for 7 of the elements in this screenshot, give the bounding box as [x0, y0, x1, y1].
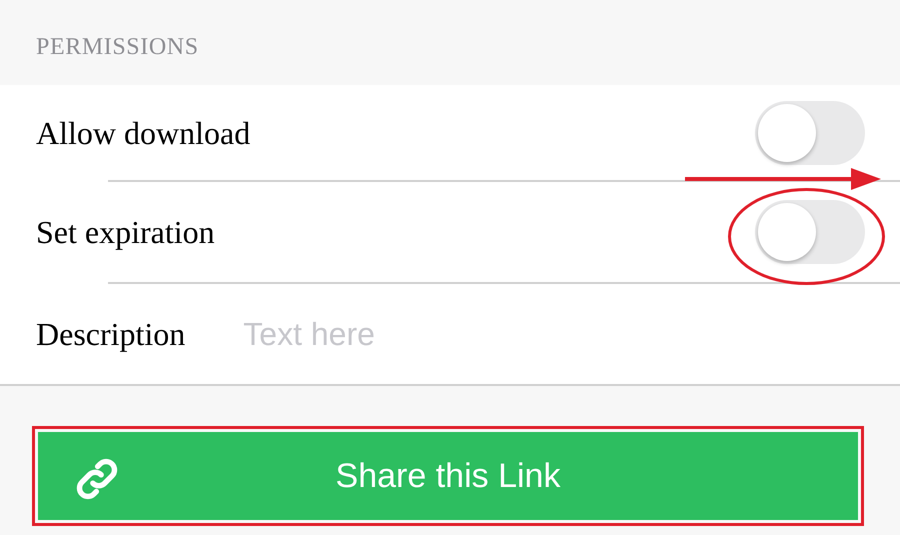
row-label: Allow download	[36, 114, 250, 152]
description-field[interactable]: Text here	[243, 309, 865, 359]
row-label: Set expiration	[36, 213, 215, 252]
toggle-switch[interactable]	[755, 200, 865, 264]
section-header: PERMISSIONS	[36, 32, 199, 62]
share-button[interactable]: Share this Link	[38, 432, 858, 520]
row-label: Description	[36, 315, 186, 354]
